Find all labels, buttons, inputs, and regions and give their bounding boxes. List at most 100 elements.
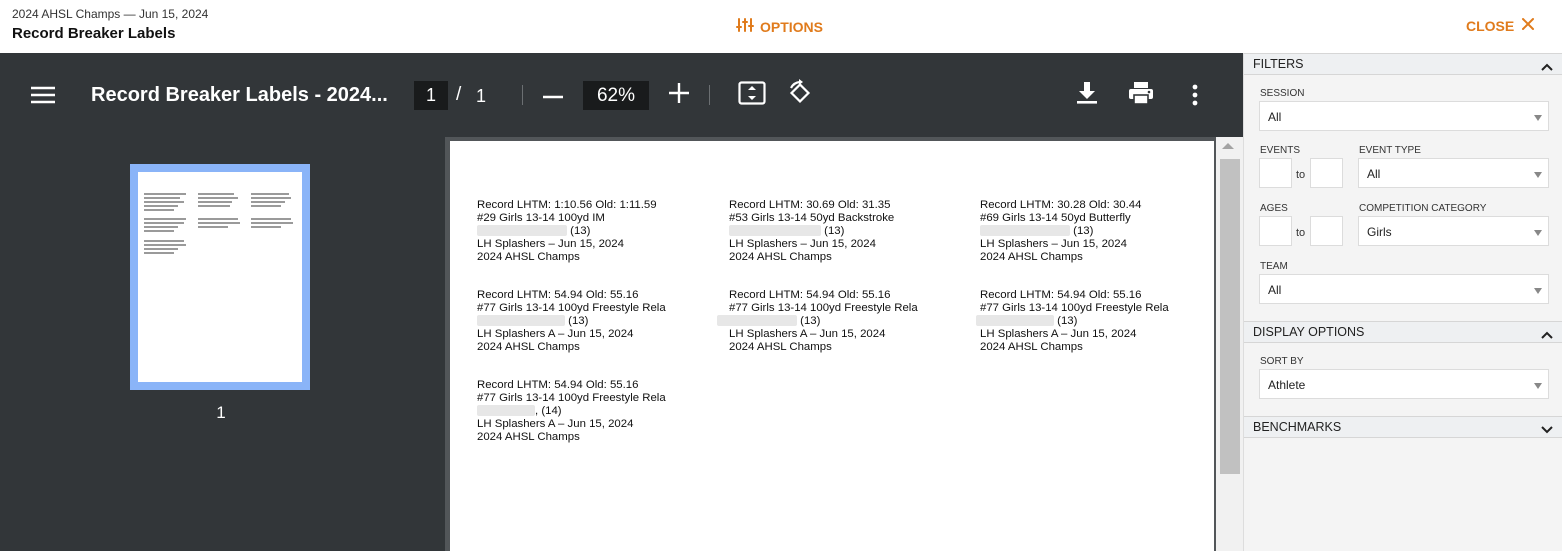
chevron-down-icon [1541, 421, 1553, 439]
sliders-icon [736, 17, 754, 36]
zoom-out-button[interactable] [538, 81, 568, 109]
record-label: Record LHTM: 1:10.56 Old: 1:11.59 #29 Gi… [477, 199, 657, 264]
meet-subtitle: 2024 AHSL Champs — Jun 15, 2024 [12, 7, 209, 21]
thumb-text-line [144, 226, 178, 228]
rotate-button[interactable] [783, 78, 817, 110]
session-label: SESSION [1260, 88, 1305, 99]
label-event: #53 Girls 13-14 50yd Backstroke [729, 212, 895, 224]
redacted-name [717, 315, 797, 327]
toolbar-divider [709, 85, 710, 105]
thumb-text-line [251, 218, 291, 220]
fit-page-button[interactable] [735, 80, 769, 110]
benchmarks-section-header[interactable]: BENCHMARKS [1244, 416, 1562, 438]
pdf-toolbar: Record Breaker Labels - 2024... 1 / 1 62… [0, 53, 1243, 137]
competition-category-label: COMPETITION CATEGORY [1359, 203, 1487, 214]
menu-icon[interactable] [26, 81, 60, 109]
more-vert-icon[interactable] [1180, 80, 1210, 110]
label-age: (13) [800, 315, 821, 327]
thumb-text-line [251, 222, 293, 224]
pdf-page: Record LHTM: 1:10.56 Old: 1:11.59 #29 Gi… [450, 141, 1214, 551]
thumb-text-line [144, 205, 178, 207]
print-button[interactable] [1124, 80, 1158, 110]
thumb-text-line [144, 222, 184, 224]
label-age: (13) [568, 315, 589, 327]
close-label: CLOSE [1466, 17, 1515, 34]
team-value: All [1268, 283, 1282, 297]
thumb-text-line [144, 244, 186, 246]
thumb-text-line [198, 197, 238, 199]
caret-down-icon [1534, 115, 1542, 121]
sort-by-select[interactable]: Athlete [1259, 369, 1549, 399]
chevron-up-icon [1541, 58, 1553, 76]
label-meet: 2024 AHSL Champs [980, 251, 1083, 263]
page-thumbnail[interactable] [130, 164, 310, 390]
record-label: Record LHTM: 30.28 Old: 30.44 #69 Girls … [980, 199, 1141, 264]
thumb-text-line [198, 226, 228, 228]
thumb-text-line [251, 193, 289, 195]
close-button[interactable]: CLOSE [1466, 17, 1535, 34]
label-team: LH Splashers A – Jun 15, 2024 [980, 328, 1137, 340]
thumb-text-line [198, 201, 232, 203]
thumbnail-page-preview [138, 172, 302, 382]
thumb-text-line [251, 197, 291, 199]
ages-to-input[interactable] [1310, 216, 1343, 246]
label-team: LH Splashers A – Jun 15, 2024 [477, 328, 634, 340]
record-label: Record LHTM: 54.94 Old: 55.16 #77 Girls … [477, 379, 666, 444]
filters-section-header[interactable]: FILTERS [1244, 53, 1562, 75]
thumb-text-line [144, 218, 186, 220]
app-header: 2024 AHSL Champs — Jun 15, 2024 Record B… [0, 0, 1562, 53]
redacted-name [477, 315, 565, 327]
label-event: #77 Girls 13-14 100yd Freestyle Rela [980, 302, 1169, 314]
label-athlete: (13) [976, 315, 1169, 328]
label-meet: 2024 AHSL Champs [477, 341, 580, 353]
close-icon [1521, 17, 1535, 34]
event-type-select[interactable]: All [1358, 158, 1549, 188]
zoom-level-input[interactable]: 62% [583, 81, 649, 110]
page-number-input[interactable]: 1 [414, 81, 448, 110]
options-button[interactable]: OPTIONS [736, 17, 823, 36]
vertical-scrollbar[interactable] [1216, 137, 1243, 551]
caret-down-icon [1534, 288, 1542, 294]
label-meet: 2024 AHSL Champs [477, 431, 580, 443]
competition-category-select[interactable]: Girls [1358, 216, 1549, 246]
events-from-input[interactable] [1259, 158, 1292, 188]
ages-label: AGES [1260, 203, 1288, 214]
sort-by-value: Athlete [1268, 378, 1306, 392]
session-value: All [1268, 110, 1282, 124]
session-select[interactable]: All [1259, 101, 1549, 131]
label-age: (13) [1073, 225, 1094, 237]
event-type-value: All [1367, 167, 1381, 181]
label-athlete: (13) [717, 315, 918, 328]
thumb-text-line [251, 205, 281, 207]
plus-icon [669, 82, 689, 108]
redacted-name [980, 225, 1070, 237]
ages-from-input[interactable] [1259, 216, 1292, 246]
team-select[interactable]: All [1259, 274, 1549, 304]
label-record: Record LHTM: 54.94 Old: 55.16 [729, 289, 891, 301]
redacted-name [729, 225, 821, 237]
label-team: LH Splashers – Jun 15, 2024 [477, 238, 624, 250]
redacted-name [477, 405, 535, 417]
label-team: LH Splashers – Jun 15, 2024 [729, 238, 876, 250]
label-team: LH Splashers A – Jun 15, 2024 [477, 418, 634, 430]
minus-icon [543, 86, 563, 104]
events-to-input[interactable] [1310, 158, 1343, 188]
fit-page-icon [738, 80, 766, 110]
thumb-text-line [144, 201, 184, 203]
document-title: Record Breaker Labels - 2024... [91, 84, 388, 106]
display-options-title: DISPLAY OPTIONS [1253, 325, 1365, 339]
download-button[interactable] [1070, 80, 1104, 110]
chevron-up-icon [1541, 326, 1553, 344]
zoom-in-button[interactable] [664, 81, 694, 109]
thumb-text-line [251, 226, 281, 228]
scroll-up-arrow-icon[interactable] [1222, 143, 1234, 149]
thumbnail-sidebar: 1 [0, 137, 445, 551]
thumb-text-line [144, 240, 184, 242]
label-athlete: (13) [729, 225, 894, 238]
label-record: Record LHTM: 30.28 Old: 30.44 [980, 199, 1142, 211]
scrollbar-thumb[interactable] [1220, 159, 1240, 474]
record-label: Record LHTM: 30.69 Old: 31.35 #53 Girls … [729, 199, 894, 264]
display-options-section-header[interactable]: DISPLAY OPTIONS [1244, 321, 1562, 343]
page-total: 1 [476, 86, 487, 106]
label-event: #77 Girls 13-14 100yd Freestyle Rela [477, 302, 666, 314]
